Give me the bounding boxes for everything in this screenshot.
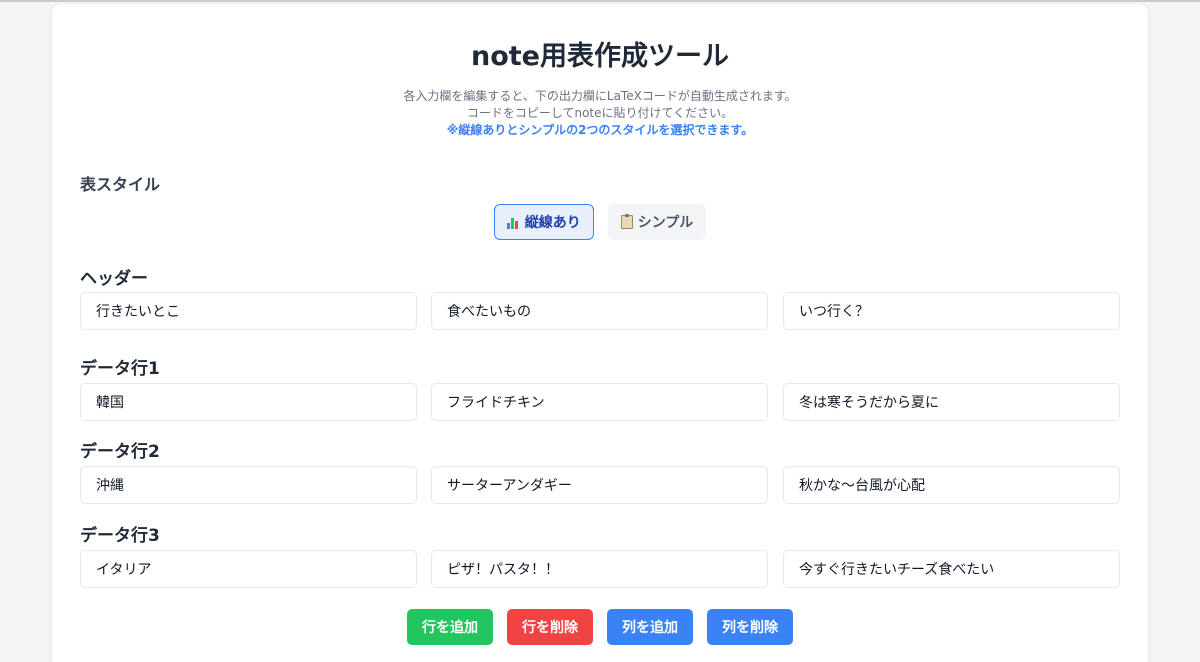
description-line-1: 各入力欄を編集すると、下の出力欄にLaTeXコードが自動生成されます。 [403, 89, 797, 103]
data-row: イタリア ピザ！パスタ！！ 今すぐ行きたいチーズ食べたい [80, 550, 1120, 588]
header-row: 行きたいとこ 食べたいもの いつ行く？ [80, 292, 1120, 330]
style-option-label: シンプル [637, 214, 694, 230]
data-row-label: データ行1 [80, 359, 160, 379]
delete-column-button[interactable]: 列を削除 [707, 609, 793, 645]
data-row: 韓国 フライドチキン 冬は寒そうだから夏に [80, 383, 1120, 421]
data-row-label: データ行2 [80, 442, 160, 462]
page-title: note用表作成ツール [471, 41, 729, 72]
style-section-label: 表スタイル [80, 175, 161, 194]
add-column-button[interactable]: 列を追加 [607, 609, 693, 645]
style-option-simple[interactable]: シンプル [607, 204, 707, 240]
data-row: 沖縄 サーターアンダギー 秋かな〜台風が心配 [80, 466, 1120, 504]
clipboard-icon [620, 214, 633, 229]
table-actions: 行を追加 行を削除 列を追加 列を削除 [52, 609, 1148, 645]
description-note: ※縦線ありとシンプルの2つのスタイルを選択できます。 [446, 123, 754, 137]
delete-row-button[interactable]: 行を削除 [507, 609, 593, 645]
style-option-vertical-lines[interactable]: 縦線あり [493, 204, 594, 240]
header-cell-input[interactable]: 食べたいもの [431, 292, 768, 330]
main-card: note用表作成ツール 各入力欄を編集すると、下の出力欄にLaTeXコードが自動… [52, 4, 1148, 662]
data-cell-input[interactable]: ピザ！パスタ！！ [431, 550, 768, 588]
data-cell-input[interactable]: 秋かな〜台風が心配 [783, 466, 1120, 504]
header-section-label: ヘッダー [80, 269, 148, 289]
data-cell-input[interactable]: 冬は寒そうだから夏に [783, 383, 1120, 421]
data-cell-input[interactable]: 沖縄 [80, 466, 417, 504]
window-top-border [0, 0, 1200, 2]
add-row-button[interactable]: 行を追加 [407, 609, 493, 645]
bar-chart-icon [506, 216, 520, 229]
data-cell-input[interactable]: サーターアンダギー [431, 466, 768, 504]
data-cell-input[interactable]: イタリア [80, 550, 417, 588]
data-cell-input[interactable]: フライドチキン [431, 383, 768, 421]
description: 各入力欄を編集すると、下の出力欄にLaTeXコードが自動生成されます。 コードを… [52, 88, 1148, 139]
data-cell-input[interactable]: 今すぐ行きたいチーズ食べたい [783, 550, 1120, 588]
data-cell-input[interactable]: 韓国 [80, 383, 417, 421]
header-cell-input[interactable]: 行きたいとこ [80, 292, 417, 330]
style-selector: 縦線あり シンプル [52, 204, 1148, 240]
data-row-label: データ行3 [80, 526, 160, 546]
header-cell-input[interactable]: いつ行く？ [783, 292, 1120, 330]
style-option-label: 縦線あり [524, 214, 581, 230]
description-line-2: コードをコピーしてnoteに貼り付けてください。 [466, 106, 734, 120]
